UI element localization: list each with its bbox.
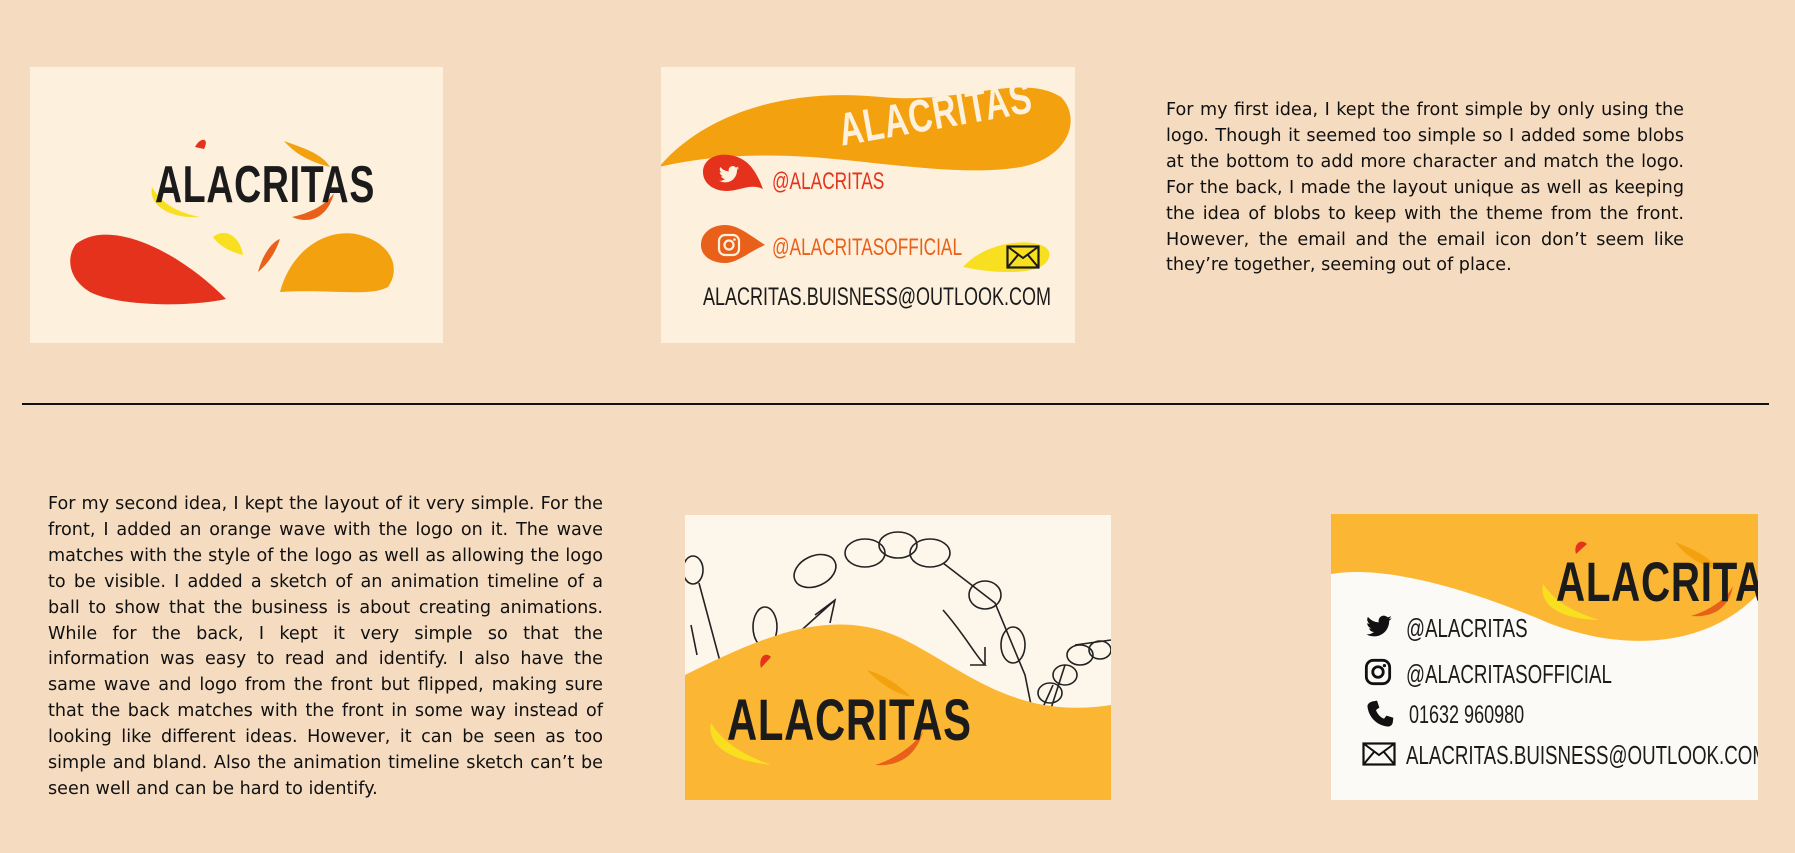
idea2-front-logo: ALACRITAS: [727, 688, 972, 753]
section-divider: [22, 403, 1769, 405]
instagram-icon: [1364, 658, 1392, 686]
idea1-description: For my first idea, I kept the front simp…: [1166, 100, 1684, 276]
envelope-icon: [1362, 742, 1396, 766]
idea1-front-logo: ALACRITAS: [155, 156, 376, 214]
twitter-icon: [1366, 615, 1392, 637]
idea2-front-sketch: [685, 531, 1111, 800]
idea1-back-card: ALACRITAS @ALACRITAS @ALACRITASOFFICIAL …: [661, 67, 1075, 343]
idea2-phone: 01632 960980: [1409, 701, 1525, 729]
idea1-front-card: ALACRITAS: [30, 67, 443, 343]
idea1-email: ALACRITAS.BUISNESS@OUTLOOK.COM: [703, 283, 1052, 311]
idea2-twitter-handle: @ALACRITAS: [1406, 613, 1528, 643]
instagram-icon: [717, 233, 741, 257]
idea2-back-card: ALACRITAS @ALACRITAS @ALACRITASOFFICIAL …: [1331, 514, 1758, 800]
idea1-instagram-handle: @ALACRITASOFFICIAL: [772, 234, 963, 261]
twitter-icon: [718, 166, 740, 183]
phone-icon: [1367, 700, 1394, 727]
idea2-front-card: ALACRITAS: [685, 515, 1111, 800]
idea2-description: For my second idea, I kept the layout of…: [48, 494, 603, 799]
idea2-back-logo: ALACRITAS: [1556, 550, 1758, 613]
envelope-icon: [1006, 245, 1040, 269]
idea2-instagram-handle: @ALACRITASOFFICIAL: [1406, 659, 1612, 689]
idea2-email: ALACRITAS.BUISNESS@OUTLOOK.COM: [1406, 740, 1758, 770]
idea1-twitter-handle: @ALACRITAS: [772, 168, 885, 195]
